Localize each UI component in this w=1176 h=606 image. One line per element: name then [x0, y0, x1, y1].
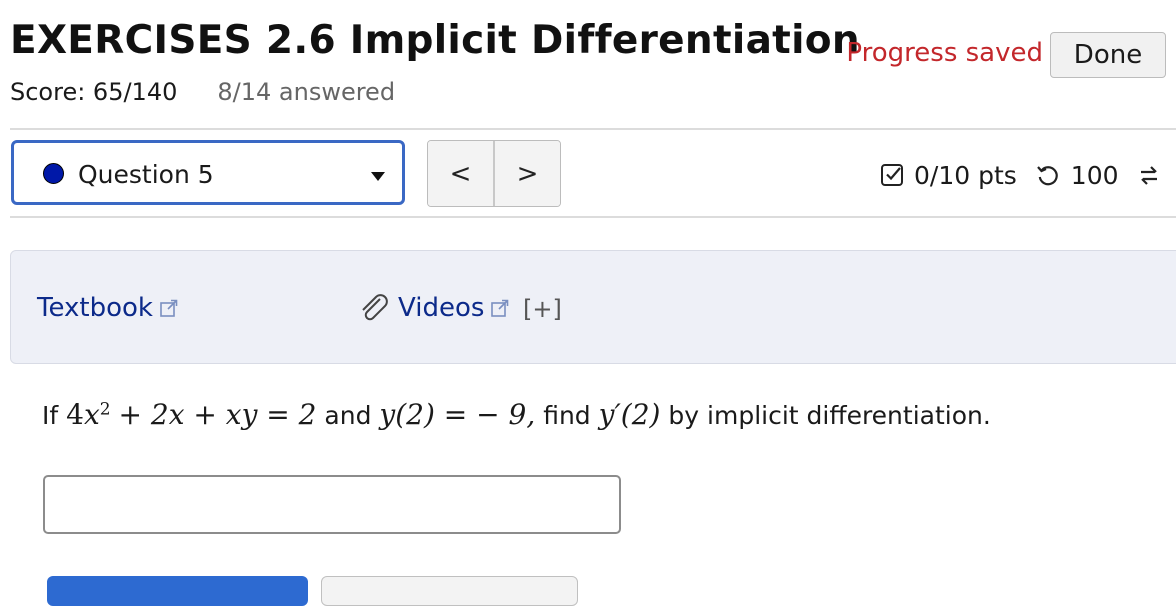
- checkbox-icon: [880, 162, 906, 188]
- resources-panel: Textbook Videos [+]: [10, 250, 1176, 364]
- score-text: Score: 65/140: [10, 78, 178, 106]
- textbook-label: Textbook: [37, 293, 153, 323]
- question-text: If 4x2 + 2x + xy = 2 and y(2) = − 9, fin…: [42, 398, 991, 431]
- external-link-icon: [490, 298, 510, 318]
- divider: [10, 128, 1176, 130]
- answered-count: 8/14 answered: [217, 78, 396, 106]
- question-prefix: If: [42, 401, 59, 430]
- answer-input[interactable]: [43, 475, 621, 534]
- equation-rest: + 2x + xy = 2: [118, 398, 317, 431]
- done-button[interactable]: Done: [1050, 32, 1166, 78]
- videos-link[interactable]: Videos: [358, 293, 510, 323]
- retry-icon: [1035, 162, 1061, 188]
- equation-variable: x: [83, 398, 100, 431]
- chevron-down-icon: [371, 172, 385, 181]
- expand-resources-button[interactable]: [+]: [523, 295, 562, 323]
- question-select-label: Question 5: [78, 160, 214, 189]
- task-prefix: find: [543, 401, 591, 430]
- attempts-text: 100: [1070, 160, 1119, 190]
- page-title: EXERCISES 2.6 Implicit Differentiation: [10, 18, 860, 63]
- question-status-dot: [43, 163, 64, 184]
- videos-label: Videos: [398, 293, 485, 323]
- cycle-icon[interactable]: [1137, 160, 1161, 190]
- target-expression: y′(2): [598, 398, 661, 431]
- points-text: 0/10 pts: [914, 160, 1017, 190]
- score-summary: Score: 65/140 8/14 answered: [10, 78, 395, 106]
- question-select[interactable]: Question 5: [11, 140, 405, 205]
- textbook-link[interactable]: Textbook: [37, 293, 179, 323]
- secondary-action-button[interactable]: [321, 576, 578, 606]
- initial-condition: y(2) = − 9,: [379, 398, 536, 431]
- external-link-icon: [159, 298, 179, 318]
- divider: [10, 216, 1176, 218]
- equation-exponent: 2: [99, 399, 111, 420]
- question-nav-group: < >: [427, 140, 561, 207]
- task-suffix: by implicit differentiation.: [668, 401, 991, 430]
- conjunction: and: [324, 401, 372, 430]
- previous-question-button[interactable]: <: [428, 141, 493, 206]
- question-info: 0/10 pts 100: [880, 160, 1161, 190]
- submit-button[interactable]: [47, 576, 308, 606]
- equation-coefficient: 4: [66, 398, 84, 431]
- progress-status: Progress saved: [846, 38, 1043, 68]
- next-question-button[interactable]: >: [493, 141, 560, 206]
- paperclip-icon: [358, 293, 390, 323]
